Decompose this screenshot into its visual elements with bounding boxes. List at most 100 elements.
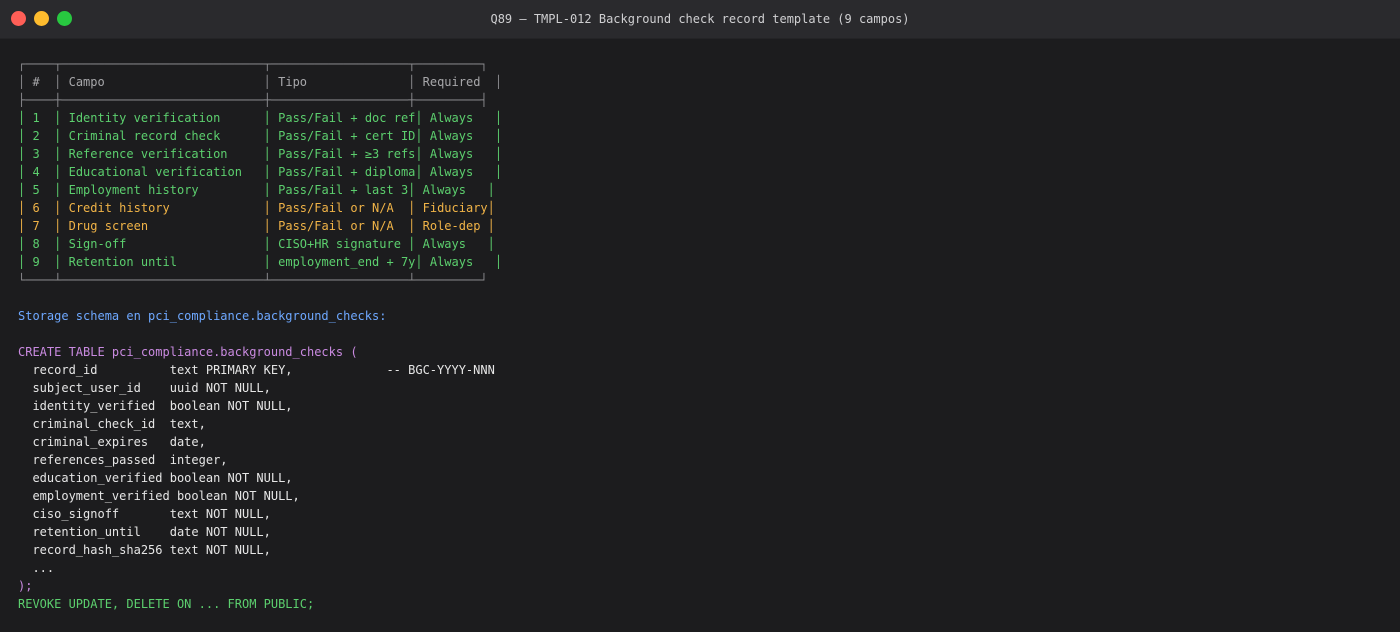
row-tipo: Pass/Fail + last 3 xyxy=(278,183,409,197)
table-border: │ xyxy=(54,183,69,197)
table-border: │ xyxy=(494,75,503,89)
table-header-separator: ├────┼────────────────────────────┼─────… xyxy=(18,91,502,109)
row-campo: Employment history xyxy=(68,183,264,197)
terminal-output: ┌────┬────────────────────────────┬─────… xyxy=(18,55,502,613)
row-number: 9 xyxy=(32,255,55,269)
minimize-window-button[interactable] xyxy=(34,11,49,26)
row-tipo: employment_end + 7y xyxy=(278,255,416,269)
row-campo: Identity verification xyxy=(68,111,264,125)
table-border: │ xyxy=(408,75,423,89)
row-tipo: Pass/Fail or N/A xyxy=(278,201,409,215)
table-border: │ xyxy=(494,129,503,143)
row-required: Always xyxy=(429,129,495,143)
sql-revoke-line: REVOKE UPDATE, DELETE ON ... FROM PUBLIC… xyxy=(18,595,502,613)
sql-column-definition: ciso_signoff text NOT NULL, xyxy=(18,507,271,521)
table-border: │ xyxy=(54,111,69,125)
row-number: 8 xyxy=(32,237,55,251)
table-border: │ xyxy=(54,255,69,269)
row-required: Always xyxy=(429,111,495,125)
table-border: │ xyxy=(18,147,33,161)
table-border: │ xyxy=(18,111,33,125)
close-window-button[interactable] xyxy=(11,11,26,26)
sql-column-definition: criminal_expires date, xyxy=(18,435,206,449)
row-required: Always xyxy=(429,147,495,161)
table-header-1: Campo xyxy=(68,75,264,89)
row-required: Always xyxy=(429,165,495,179)
window-titlebar: Q89 — TMPL-012 Background check record t… xyxy=(0,0,1400,39)
row-required: Role-dep xyxy=(422,219,488,233)
table-border: │ xyxy=(487,219,495,233)
row-number: 6 xyxy=(32,201,55,215)
table-border: │ xyxy=(18,255,33,269)
storage-label-line: Storage schema en pci_compliance.backgro… xyxy=(18,307,502,325)
table-border: │ xyxy=(54,75,69,89)
row-number: 5 xyxy=(32,183,55,197)
table-border: │ xyxy=(18,183,33,197)
table-border: │ xyxy=(415,165,430,179)
sql-column-line: record_id text PRIMARY KEY, -- BGC-YYYY-… xyxy=(18,361,502,379)
table-border: │ xyxy=(415,129,430,143)
sql-revoke-statement: REVOKE UPDATE, DELETE ON ... FROM PUBLIC… xyxy=(18,597,315,611)
table-border: │ xyxy=(415,111,430,125)
table-border: │ xyxy=(263,75,279,89)
window-controls xyxy=(11,11,72,26)
row-required: Fiduciary xyxy=(422,201,488,215)
table-border: │ xyxy=(54,129,69,143)
table-border: │ xyxy=(494,165,503,179)
sql-column-definition: references_passed integer, xyxy=(18,453,228,467)
row-number: 7 xyxy=(32,219,55,233)
table-border: │ xyxy=(263,237,279,251)
table-border: │ xyxy=(18,75,33,89)
sql-column-definition: education_verified boolean NOT NULL, xyxy=(18,471,293,485)
sql-column-line: identity_verified boolean NOT NULL, xyxy=(18,397,502,415)
row-required: Always xyxy=(422,183,488,197)
sql-column-line: retention_until date NOT NULL, xyxy=(18,523,502,541)
sql-column-line: record_hash_sha256 text NOT NULL, xyxy=(18,541,502,559)
table-border: │ xyxy=(494,255,503,269)
table-border: │ xyxy=(54,201,69,215)
table-border-top-line: ┌────┬────────────────────────────┬─────… xyxy=(18,57,488,71)
table-border: │ xyxy=(408,237,423,251)
row-campo: Credit history xyxy=(68,201,264,215)
row-number: 3 xyxy=(32,147,55,161)
row-number: 1 xyxy=(32,111,55,125)
table-header-3: Required xyxy=(422,75,495,89)
table-border: │ xyxy=(494,147,503,161)
sql-column-line: criminal_check_id text, xyxy=(18,415,502,433)
table-row: │ 7 │ Drug screen │ Pass/Fail or N/A │ R… xyxy=(18,217,502,235)
table-border-bottom: └────┴────────────────────────────┴─────… xyxy=(18,271,502,289)
row-tipo: Pass/Fail + cert ID xyxy=(278,129,416,143)
table-header-row: │ # │ Campo │ Tipo │ Required │ xyxy=(18,73,502,91)
row-required: Always xyxy=(429,255,495,269)
table-border: │ xyxy=(415,147,430,161)
table-border: │ xyxy=(54,147,69,161)
maximize-window-button[interactable] xyxy=(57,11,72,26)
sql-column-line: criminal_expires date, xyxy=(18,433,502,451)
table-row: │ 8 │ Sign-off │ CISO+HR signature │ Alw… xyxy=(18,235,502,253)
sql-column-definition: criminal_check_id text, xyxy=(18,417,206,431)
row-number: 4 xyxy=(32,165,55,179)
row-campo: Criminal record check xyxy=(68,129,264,143)
table-border: │ xyxy=(263,201,279,215)
sql-column-line: education_verified boolean NOT NULL, xyxy=(18,469,502,487)
table-border: │ xyxy=(18,237,33,251)
table-row: │ 1 │ Identity verification │ Pass/Fail … xyxy=(18,109,502,127)
table-border: │ xyxy=(263,165,279,179)
sql-column-definition: identity_verified boolean NOT NULL, xyxy=(18,399,293,413)
table-header-0: # xyxy=(32,75,55,89)
row-tipo: Pass/Fail or N/A xyxy=(278,219,409,233)
sql-column-line: subject_user_id uuid NOT NULL, xyxy=(18,379,502,397)
row-number: 2 xyxy=(32,129,55,143)
table-row: │ 6 │ Credit history │ Pass/Fail or N/A … xyxy=(18,199,502,217)
row-campo: Sign-off xyxy=(68,237,264,251)
table-border: │ xyxy=(18,219,33,233)
table-border-bottom-line: └────┴────────────────────────────┴─────… xyxy=(18,273,488,287)
table-border: │ xyxy=(415,255,430,269)
table-border: │ xyxy=(263,183,279,197)
row-tipo: Pass/Fail + doc ref xyxy=(278,111,416,125)
table-border: │ xyxy=(263,111,279,125)
table-border: │ xyxy=(54,219,69,233)
table-border: │ xyxy=(263,147,279,161)
sql-column-definition: record_hash_sha256 text NOT NULL, xyxy=(18,543,271,557)
row-campo: Drug screen xyxy=(68,219,264,233)
